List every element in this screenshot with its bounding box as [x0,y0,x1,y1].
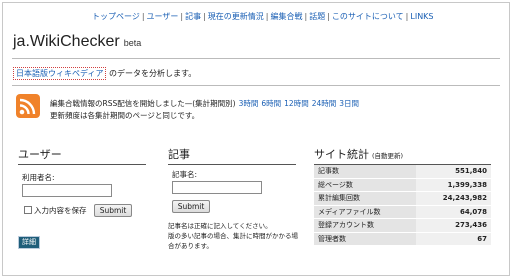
username-input[interactable] [22,184,112,197]
site-title-text: ja.WikiChecker [13,33,120,50]
intro-divider [12,85,500,86]
nav-link-users[interactable]: ユーザー [147,12,179,21]
stats-panel-title: サイト統計 [314,148,369,161]
rss-feed-icon[interactable] [16,94,40,118]
rss-announcement: 編集合戦情報のRSS配信を開始しました—(集計期間別) 3時間 6時間 12時間 24時… [50,98,359,109]
table-row: 総ページ数 1,399,338 [314,178,491,192]
nav-link-topics[interactable]: 話題 [309,12,325,21]
stat-label: 管理者数 [314,232,416,246]
stat-label: 累計編集回数 [314,191,416,206]
stat-label: 記事数 [314,165,416,179]
stat-value: 67 [415,232,491,246]
stat-value: 551,840 [415,165,491,179]
table-row: メディアファイル数 64,078 [314,205,491,219]
save-input-label: 入力内容を保存 [34,206,87,215]
rss-period-3d[interactable]: 3日間 [339,99,359,108]
stats-auto-update-note: (自動更新) [372,152,404,160]
stat-value: 64,078 [415,205,491,219]
rss-period-6h[interactable]: 6時間 [261,99,281,108]
nav-separator: | [327,12,330,21]
article-name-label: 記事名: [172,170,198,179]
article-note-line1: 記事名は正確に記入してください。 [168,222,272,230]
stats-panel-heading: サイト統計 (自動更新) [314,146,491,165]
nav-separator: | [265,12,269,21]
nav-separator: | [203,12,206,21]
title-divider [12,58,500,59]
stat-value: 24,243,982 [415,191,491,206]
top-navigation: トップページ | ユーザー | 記事 | 現在の更新情況 | 編集合戦 | 話題 | このサイトについて… [92,11,434,23]
article-submit-button[interactable]: Submit [172,200,210,213]
nav-separator: | [304,12,308,21]
article-panel-heading: 記事 [168,146,296,165]
rss-announcement-text: 編集合戦情報のRSS配信を開始しました—(集計期間別) [50,99,236,108]
rss-update-note: 更新頻度は各集計期間のページと同じです。 [50,111,200,120]
nav-link-articles[interactable]: 記事 [185,12,201,21]
stat-value: 1,399,338 [415,178,491,192]
article-note-line2: 版の多い記事の場合、集計に時間がかかる場 [168,232,298,240]
nav-link-current-updates[interactable]: 現在の更新情況 [208,12,264,21]
table-row: 登録アカウント数 273,436 [314,218,491,233]
nav-separator: | [180,12,184,21]
stat-label: 総ページ数 [314,178,416,192]
beta-badge: beta [123,38,142,48]
nav-link-links[interactable]: LINKS [410,12,433,21]
table-row: 記事数 551,840 [314,165,491,179]
rss-period-12h[interactable]: 12時間 [284,99,309,108]
user-submit-button[interactable]: Submit [94,204,132,217]
table-row: 累計編集回数 24,243,982 [314,191,491,206]
intro-suffix: のデータを分析します。 [106,69,197,78]
article-note-line3: 合があります。 [168,242,213,250]
stat-value: 273,436 [415,218,491,233]
nav-separator: | [141,12,145,21]
wikipedia-link[interactable]: 日本語版ウィキペディア [13,67,107,80]
user-panel-title: ユーザー [18,148,62,161]
detail-button[interactable]: 詳細 [18,236,40,249]
stat-label: メディアファイル数 [314,205,416,219]
rss-period-24h[interactable]: 24時間 [312,99,337,108]
rss-period-3h[interactable]: 3時間 [239,99,259,108]
nav-link-top[interactable]: トップページ [92,12,140,21]
nav-link-edit-wars[interactable]: 編集合戦 [271,12,303,21]
table-row: 管理者数 67 [314,232,491,246]
save-input-checkbox[interactable] [24,206,32,214]
site-stats-table: 記事数 551,840 総ページ数 1,399,338 累計編集回数 24,243,9… [314,165,491,246]
article-name-input[interactable] [172,181,262,194]
site-title: ja.WikiChecker beta [13,33,141,51]
nav-link-about[interactable]: このサイトについて [332,12,404,21]
intro-text: 日本語版ウィキペディア のデータを分析します。 [13,67,197,80]
username-label: 利用者名: [22,173,55,182]
user-panel-heading: ユーザー [18,146,146,165]
nav-separator: | [405,12,409,21]
article-panel-title: 記事 [168,148,190,161]
stat-label: 登録アカウント数 [314,218,416,233]
